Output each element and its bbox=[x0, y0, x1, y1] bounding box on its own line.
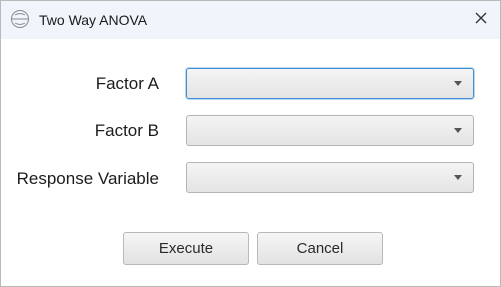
chevron-down-icon bbox=[454, 81, 462, 86]
chevron-down-icon bbox=[454, 128, 462, 133]
close-button[interactable] bbox=[461, 1, 500, 39]
factor-a-label: Factor A bbox=[95, 74, 159, 93]
factor-b-label: Factor B bbox=[94, 121, 159, 140]
factor-a-select[interactable] bbox=[186, 68, 474, 99]
chevron-down-icon bbox=[454, 175, 462, 180]
window-title: Two Way ANOVA bbox=[39, 12, 148, 28]
title-bar: Two Way ANOVA bbox=[1, 1, 500, 39]
response-variable-select[interactable] bbox=[186, 162, 474, 193]
response-variable-label: Response Variable bbox=[16, 169, 159, 188]
cancel-button[interactable]: Cancel bbox=[257, 232, 383, 265]
execute-button[interactable]: Execute bbox=[123, 232, 249, 265]
app-logo-icon bbox=[10, 9, 30, 29]
close-icon bbox=[475, 11, 487, 29]
factor-b-select[interactable] bbox=[186, 115, 474, 146]
dialog-window: Two Way ANOVA Factor A Factor B Response… bbox=[0, 0, 501, 287]
